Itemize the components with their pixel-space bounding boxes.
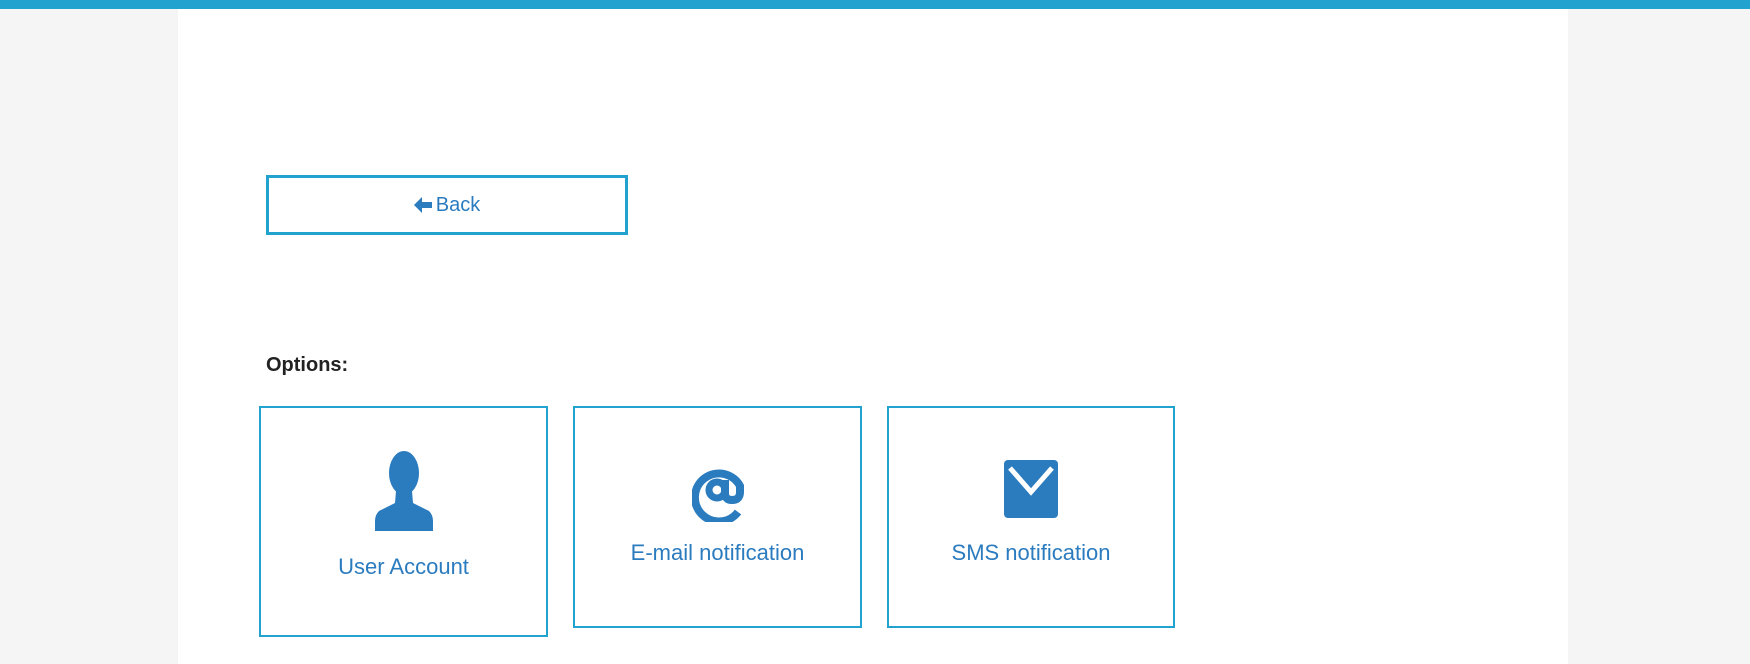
top-accent-bar bbox=[0, 0, 1750, 9]
back-button-label: Back bbox=[435, 193, 481, 216]
content-panel: Back Options: User Account E-mail notifi… bbox=[178, 9, 1568, 664]
option-label: SMS notification bbox=[951, 540, 1111, 565]
at-sign-icon bbox=[690, 462, 744, 527]
option-label: User Account bbox=[338, 554, 469, 579]
option-label: E-mail notification bbox=[630, 540, 805, 565]
arrow-left-icon bbox=[413, 197, 432, 213]
user-icon bbox=[374, 451, 433, 536]
option-card-user-account[interactable]: User Account bbox=[259, 406, 548, 637]
option-card-email-notification[interactable]: E-mail notification bbox=[573, 406, 862, 628]
option-card-sms-notification[interactable]: SMS notification bbox=[887, 406, 1175, 628]
envelope-icon bbox=[1004, 460, 1058, 523]
options-heading: Options: bbox=[266, 354, 349, 376]
back-button[interactable]: Back bbox=[266, 175, 628, 235]
